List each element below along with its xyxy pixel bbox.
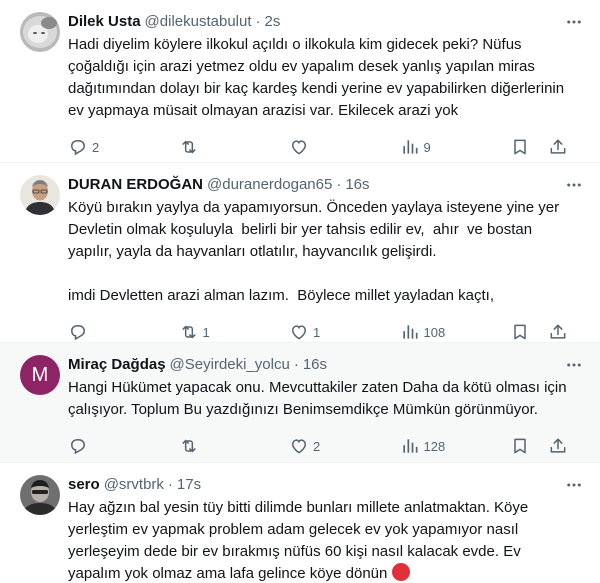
avatar[interactable]	[20, 475, 60, 515]
views-button[interactable]: 9	[400, 137, 511, 157]
tweet-tools	[510, 322, 568, 342]
user-handle[interactable]: @dilekustabulut	[145, 12, 252, 32]
separator-dot: ·	[336, 176, 342, 193]
retweet-button[interactable]	[179, 137, 290, 157]
tweet-tools	[510, 436, 568, 456]
views-button[interactable]: 128	[400, 436, 511, 456]
tweet-text: Hadi diyelim köylere ilkokul açıldı o il…	[68, 36, 569, 119]
timestamp[interactable]: 16s	[345, 175, 369, 195]
reply-feed: Dilek Usta @dilekustabulut · 2s Hadi diy…	[0, 0, 600, 583]
more-icon[interactable]	[564, 175, 584, 195]
reply-button[interactable]: 2	[68, 137, 179, 157]
bookmark-icon[interactable]	[510, 436, 530, 456]
like-icon	[289, 322, 309, 342]
avatar-letter: M	[31, 363, 49, 386]
separator-dot: ·	[255, 13, 261, 30]
tweet-sero[interactable]: sero @srvtbrk · 17s Hay ağzın bal yesin …	[0, 463, 600, 583]
share-icon[interactable]	[548, 322, 568, 342]
reply-icon	[68, 436, 88, 456]
user-handle[interactable]: @srvtbrk	[104, 475, 164, 495]
retweet-icon	[179, 436, 199, 456]
reply-button[interactable]	[68, 322, 179, 342]
retweet-count: 1	[202, 324, 210, 340]
tweet-actions: 2 9	[68, 130, 584, 164]
avatar[interactable]	[20, 175, 60, 215]
views-count: 128	[423, 438, 446, 454]
user-handle[interactable]: @duranerdogan65	[207, 175, 332, 195]
timestamp[interactable]: 2s	[265, 12, 281, 32]
reply-button[interactable]	[68, 436, 179, 456]
tweet-text: Köyü bırakın yaylya da yapamıyorsun. Önc…	[68, 199, 560, 304]
like-count: 1	[313, 324, 321, 340]
tweet-header: sero @srvtbrk · 17s	[68, 475, 584, 495]
more-icon[interactable]	[564, 355, 584, 375]
views-button[interactable]: 108	[400, 322, 511, 342]
share-icon[interactable]	[548, 137, 568, 157]
reply-icon	[68, 137, 88, 157]
share-icon[interactable]	[548, 436, 568, 456]
display-name[interactable]: DURAN ERDOĞAN	[68, 175, 203, 195]
tweet-text-body: Hay ağzın bal yesin tüy bitti dilimde bu…	[68, 499, 533, 582]
like-button[interactable]	[289, 137, 400, 157]
bookmark-icon[interactable]	[510, 137, 530, 157]
tweet-header: DURAN ERDOĞAN @duranerdogan65 · 16s	[68, 175, 584, 195]
separator-dot: ·	[167, 476, 173, 493]
retweet-button[interactable]: 1	[179, 322, 290, 342]
angry-face-emoji: 😡	[391, 563, 410, 581]
tweet-mirac-dagdas[interactable]: M Miraç Dağdaş @Seyirdeki_yolcu · 16s Ha…	[0, 343, 600, 463]
tweet-actions: 2 128	[68, 429, 584, 463]
tweet-duran-erdogan[interactable]: DURAN ERDOĞAN @duranerdogan65 · 16s Köyü…	[0, 163, 600, 343]
views-icon	[400, 322, 420, 342]
views-icon	[400, 436, 420, 456]
like-icon	[289, 436, 309, 456]
like-count: 2	[313, 438, 321, 454]
bookmark-icon[interactable]	[510, 322, 530, 342]
like-button[interactable]: 2	[289, 436, 400, 456]
separator-dot: ·	[293, 356, 299, 373]
reply-icon	[68, 322, 88, 342]
retweet-button[interactable]	[179, 436, 290, 456]
views-count: 9	[423, 139, 431, 155]
like-icon	[289, 137, 309, 157]
views-count: 108	[423, 324, 446, 340]
retweet-icon	[179, 137, 199, 157]
views-icon	[400, 137, 420, 157]
retweet-icon	[179, 322, 199, 342]
display-name[interactable]: Dilek Usta	[68, 12, 141, 32]
tweet-dilek-usta[interactable]: Dilek Usta @dilekustabulut · 2s Hadi diy…	[0, 0, 600, 163]
tweet-header: Miraç Dağdaş @Seyirdeki_yolcu · 16s	[68, 355, 584, 375]
tweet-tools	[510, 137, 568, 157]
tweet-text: Hangi Hükümet yapacak onu. Mevcuttakiler…	[68, 379, 571, 418]
more-icon[interactable]	[564, 475, 584, 495]
like-button[interactable]: 1	[289, 322, 400, 342]
avatar[interactable]: M	[20, 355, 60, 395]
user-handle[interactable]: @Seyirdeki_yolcu	[170, 355, 290, 375]
reply-count: 2	[92, 139, 100, 155]
display-name[interactable]: sero	[68, 475, 100, 495]
more-icon[interactable]	[564, 12, 584, 32]
timestamp[interactable]: 16s	[303, 355, 327, 375]
display-name[interactable]: Miraç Dağdaş	[68, 355, 166, 375]
avatar[interactable]	[20, 12, 60, 52]
tweet-header: Dilek Usta @dilekustabulut · 2s	[68, 12, 584, 32]
timestamp[interactable]: 17s	[177, 475, 201, 495]
tweet-text: Hay ağzın bal yesin tüy bitti dilimde bu…	[68, 497, 584, 583]
